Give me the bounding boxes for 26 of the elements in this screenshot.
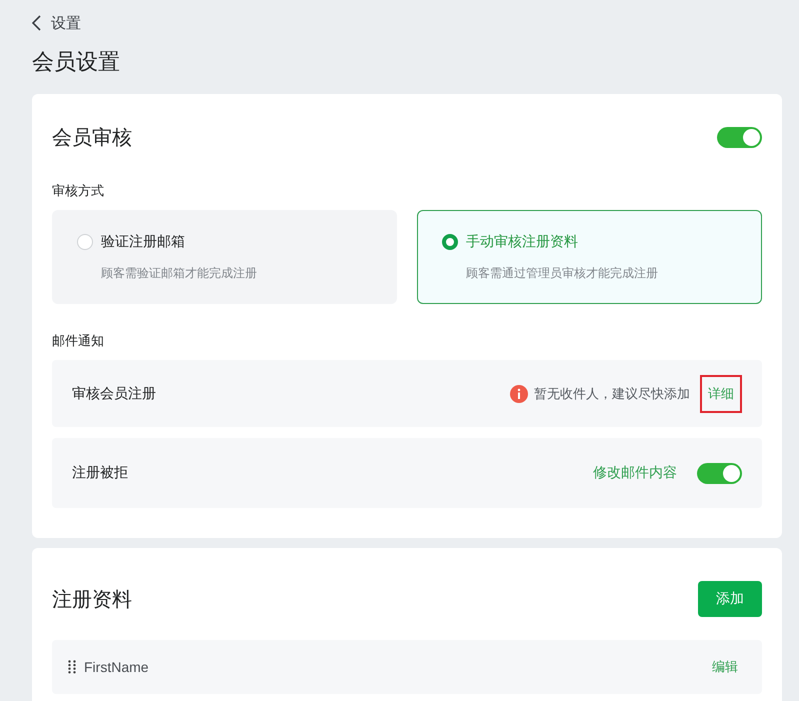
warning-icon (510, 384, 528, 402)
section-label: 邮件通知 (52, 332, 105, 350)
section-title: 会员审核 (52, 126, 132, 150)
section-label: 审核方式 (52, 182, 105, 200)
drag-handle-icon[interactable] (68, 660, 76, 674)
back-icon (32, 15, 41, 31)
edit-email-link[interactable]: 修改邮件内容 (593, 464, 677, 482)
warning-text: 暂无收件人，建议尽快添加 (534, 384, 690, 402)
option-card[interactable]: 手动审核注册资料 顾客需通过管理员审核才能完成注册 (417, 210, 762, 304)
field-name: FirstName (84, 659, 149, 675)
row-label: 审核会员注册 (72, 384, 156, 402)
section-title: 注册资料 (52, 588, 132, 612)
toggle-switch[interactable] (717, 126, 762, 148)
option-card[interactable]: 验证注册邮箱 顾客需验证邮箱才能完成注册 (52, 210, 397, 304)
row-label: 注册被拒 (72, 464, 128, 482)
edit-link[interactable]: 编辑 (706, 657, 744, 677)
add-button[interactable]: 添加 (698, 581, 762, 617)
details-link[interactable]: 详细 (700, 374, 742, 412)
option-label: 手动审核注册资料 (466, 233, 578, 251)
option-label: 验证注册邮箱 (101, 233, 185, 251)
option-description: 顾客需通过管理员审核才能完成注册 (466, 265, 659, 282)
radio-button[interactable] (442, 234, 458, 250)
page-title: 会员设置 (32, 48, 121, 76)
option-description: 顾客需验证邮箱才能完成注册 (101, 265, 258, 282)
toggle-switch[interactable] (697, 462, 742, 484)
back-button[interactable]: 设置 (32, 12, 81, 34)
